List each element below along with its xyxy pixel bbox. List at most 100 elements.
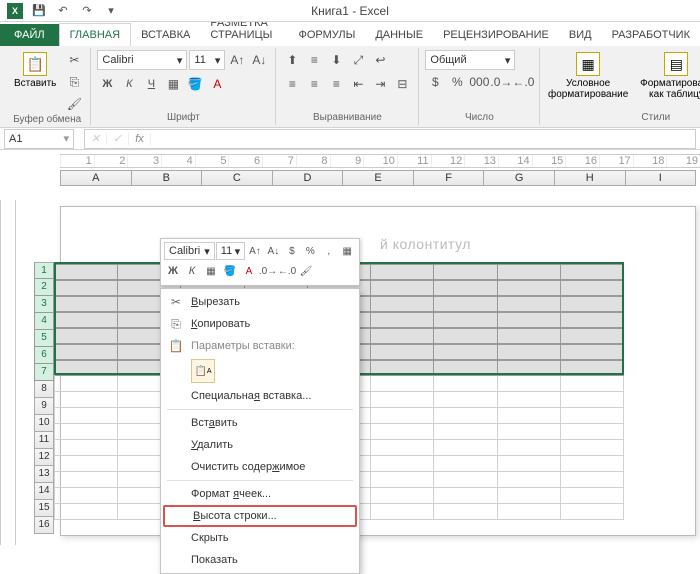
decrease-font-button[interactable]: A↓ [249, 50, 269, 70]
cell[interactable] [561, 424, 624, 440]
cell[interactable] [371, 345, 434, 360]
mini-currency[interactable]: $ [283, 242, 300, 260]
cell[interactable] [434, 504, 497, 520]
cell[interactable] [434, 408, 497, 424]
cell[interactable] [434, 345, 497, 360]
align-left-button[interactable]: ≡ [282, 74, 302, 94]
cell[interactable] [55, 472, 118, 488]
row-header[interactable]: 13 [34, 466, 54, 483]
cell[interactable] [434, 313, 497, 328]
excel-icon[interactable]: X [4, 1, 26, 21]
column-header[interactable]: A [60, 170, 132, 186]
row-header[interactable]: 1 [34, 262, 54, 279]
column-header[interactable]: B [132, 170, 203, 186]
align-middle-button[interactable]: ≡ [304, 50, 324, 70]
cell[interactable] [561, 392, 624, 408]
ctx-insert[interactable]: Вставить [163, 412, 357, 434]
format-as-table-button[interactable]: ▤ Форматировать как таблицу [634, 50, 700, 102]
cell[interactable] [434, 376, 497, 392]
tab-home[interactable]: ГЛАВНАЯ [59, 23, 131, 46]
cell[interactable] [561, 313, 624, 328]
paste-button[interactable]: 📋 Вставить [10, 50, 60, 91]
column-header[interactable]: I [626, 170, 697, 186]
cell[interactable] [498, 281, 561, 296]
fill-color-button[interactable]: 🪣 [185, 74, 205, 94]
cell[interactable] [434, 488, 497, 504]
tab-formulas[interactable]: ФОРМУЛЫ [288, 24, 365, 46]
cell[interactable] [434, 329, 497, 344]
redo-button[interactable]: ↷ [76, 1, 98, 21]
name-box[interactable]: A1▾ [4, 129, 74, 149]
cell[interactable] [434, 392, 497, 408]
cell[interactable] [561, 408, 624, 424]
ctx-format-cells[interactable]: Формат ячеек... [163, 483, 357, 505]
decrease-indent-button[interactable]: ⇤ [348, 74, 368, 94]
tab-file[interactable]: ФАЙЛ [0, 24, 59, 46]
mini-dec-decimal[interactable]: ←.0 [278, 262, 296, 280]
ctx-copy[interactable]: ⎘Копировать [163, 313, 357, 335]
cell[interactable] [434, 281, 497, 296]
cell[interactable] [55, 440, 118, 456]
row-header[interactable]: 5 [34, 330, 54, 347]
cell[interactable] [561, 504, 624, 520]
mini-size-combo[interactable]: 11▾ [216, 242, 245, 260]
row-header[interactable]: 4 [34, 313, 54, 330]
cell[interactable] [434, 456, 497, 472]
ctx-clear[interactable]: Очистить содержимое [163, 456, 357, 478]
cell[interactable] [498, 472, 561, 488]
row-header[interactable]: 3 [34, 296, 54, 313]
cell[interactable] [55, 456, 118, 472]
increase-decimal-button[interactable]: .0→ [491, 72, 511, 92]
cell[interactable] [371, 265, 434, 280]
row-header[interactable]: 15 [34, 500, 54, 517]
font-size-combo[interactable]: 11▾ [189, 50, 225, 70]
percent-button[interactable]: % [447, 72, 467, 92]
row-header[interactable]: 11 [34, 432, 54, 449]
border-button[interactable]: ▦ [163, 74, 183, 94]
number-format-combo[interactable]: Общий▾ [425, 50, 515, 70]
undo-button[interactable]: ↶ [52, 1, 74, 21]
cell[interactable] [55, 488, 118, 504]
accept-formula-button[interactable]: ✓ [107, 132, 129, 145]
mini-border[interactable]: ▦ [202, 262, 220, 280]
mini-font-combo[interactable]: Calibri▾ [164, 242, 215, 260]
cell[interactable] [371, 504, 434, 520]
currency-button[interactable]: $ [425, 72, 445, 92]
increase-indent-button[interactable]: ⇥ [370, 74, 390, 94]
mini-increase-font[interactable]: A↑ [246, 242, 263, 260]
column-header[interactable]: G [484, 170, 555, 186]
tab-view[interactable]: ВИД [559, 24, 602, 46]
cell[interactable] [498, 392, 561, 408]
ctx-row-height[interactable]: Высота строки... [163, 505, 357, 527]
ctx-cut[interactable]: ✂Вырезать [163, 291, 357, 313]
copy-button[interactable]: ⎘ [64, 72, 84, 92]
align-top-button[interactable]: ⬆ [282, 50, 302, 70]
header-placeholder[interactable]: й колонтитул [380, 236, 471, 252]
cell[interactable] [371, 361, 434, 376]
column-header[interactable]: E [343, 170, 414, 186]
merge-button[interactable]: ⊟ [392, 74, 412, 94]
cell[interactable] [434, 424, 497, 440]
ctx-show[interactable]: Показать [163, 549, 357, 571]
conditional-formatting-button[interactable]: ▦ Условное форматирование [546, 50, 629, 102]
cell[interactable] [55, 376, 118, 392]
cell[interactable] [371, 408, 434, 424]
align-bottom-button[interactable]: ⬇ [326, 50, 346, 70]
row-header[interactable]: 10 [34, 415, 54, 432]
font-name-combo[interactable]: Calibri▾ [97, 50, 187, 70]
cancel-formula-button[interactable]: ✕ [85, 132, 107, 145]
cell[interactable] [498, 297, 561, 312]
cell[interactable] [371, 472, 434, 488]
mini-comma[interactable]: , [320, 242, 337, 260]
tab-insert[interactable]: ВСТАВКА [131, 24, 200, 46]
cell[interactable] [371, 313, 434, 328]
wrap-text-button[interactable]: ↩ [370, 50, 390, 70]
cell[interactable] [561, 281, 624, 296]
tab-review[interactable]: РЕЦЕНЗИРОВАНИЕ [433, 24, 559, 46]
paste-option-default[interactable]: 📋A [191, 359, 215, 383]
row-header[interactable]: 8 [34, 381, 54, 398]
cell[interactable] [434, 265, 497, 280]
decrease-decimal-button[interactable]: ←.0 [513, 72, 533, 92]
formula-bar[interactable]: ✕ ✓ fx [84, 129, 696, 149]
cell[interactable] [55, 392, 118, 408]
